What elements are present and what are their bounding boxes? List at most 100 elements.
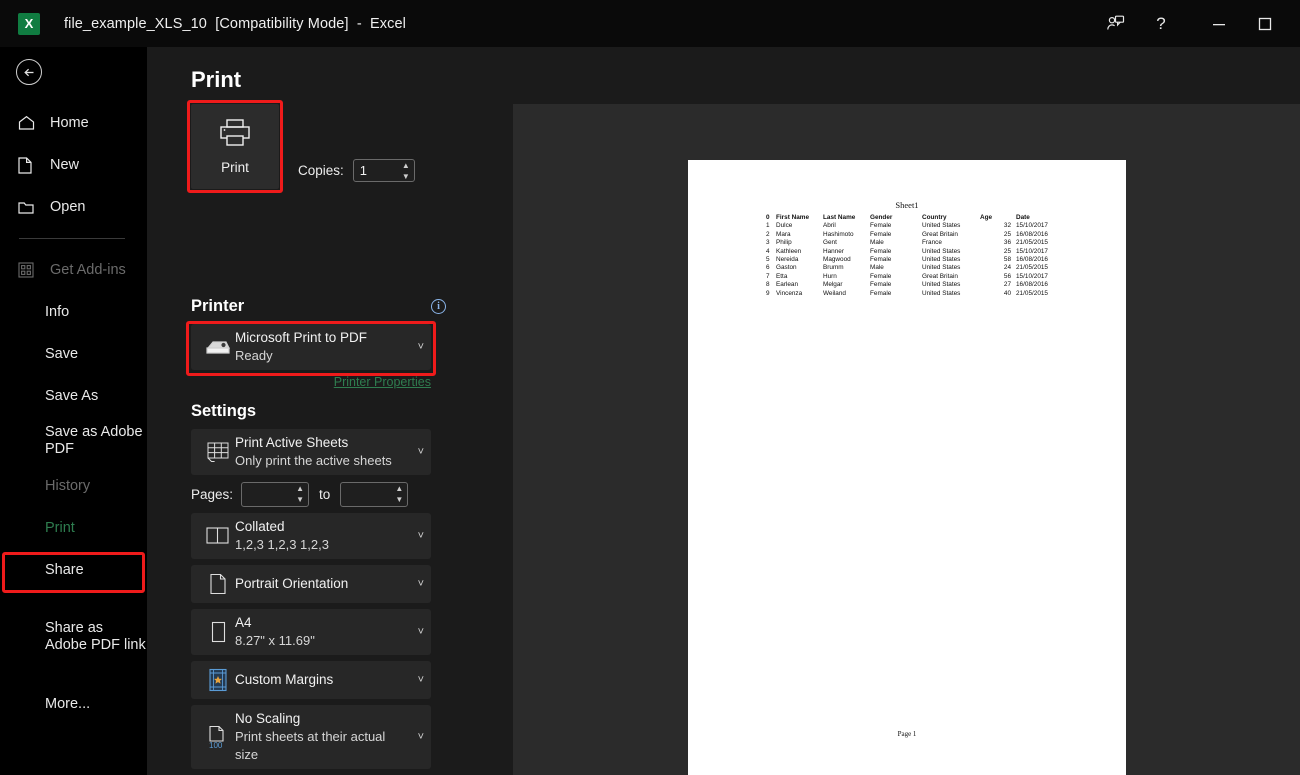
table-row: 8 Earlean Melgar Female United States 27 16/08… [766,281,1060,289]
sidebar-item-save[interactable]: Save [0,333,147,375]
table-header-row: 0 First Name Last Name Gender Country Age Date [766,214,1060,222]
table-cell: United States [922,289,961,297]
sidebar-item-info[interactable]: Info [0,291,147,333]
print-preview-pane: Sheet1 0 First Name Last Name Gender Country… [513,104,1300,775]
table-cell: Hanner [823,247,844,255]
preview-page[interactable]: Sheet1 0 First Name Last Name Gender Country… [688,160,1126,775]
copies-stepper[interactable]: 1 ▲ ▼ [352,159,415,182]
sidebar-item-share-as-adobe-pdf-link[interactable]: Share as Adobe PDF link [0,613,147,661]
stepper-up-icon[interactable]: ▲ [296,485,304,493]
table-cell: 21/05/2015 [1016,264,1048,272]
sidebar-item-label: New [50,157,80,173]
excel-logo-icon: X [18,12,40,35]
table-cell: 3 [766,239,770,247]
printer-section: Printer i Microsoft Print to PDF Ready ˅… [186,297,451,389]
pages-to-arrows[interactable]: ▲ ▼ [395,484,403,505]
chevron-down-icon[interactable]: ˅ [418,530,424,542]
scaling-select[interactable]: 100 No Scaling Print sheets at their act… [191,705,431,769]
sidebar-item-open[interactable]: Open [0,186,147,228]
stepper-down-icon[interactable]: ▼ [296,495,304,504]
stepper-down-icon[interactable]: ▼ [402,172,410,181]
sidebar-item-label: Home [50,115,89,131]
margins-primary: Custom Margins [235,672,334,687]
table-cell: Nereida [776,255,799,263]
chevron-down-icon[interactable]: ˅ [418,578,424,590]
table-cell: Dulce [776,222,793,230]
printer-properties-link[interactable]: Printer Properties [191,375,431,389]
info-icon[interactable]: i [431,299,446,314]
print-settings-pane: Print Print Copies: 1 ▲ ▼ Printer i Micr… [147,47,1300,775]
table-cell: Hashimoto [823,230,854,238]
pages-from-arrows[interactable]: ▲ ▼ [296,484,304,505]
printer-select[interactable]: Microsoft Print to PDF Ready ˅ [191,324,431,370]
paper-size-texts: A4 8.27" x 11.69" [235,614,315,650]
pages-from-stepper[interactable]: ▲ ▼ [241,482,310,507]
sidebar-item-new[interactable]: New [0,144,147,186]
table-cell: Philip [776,239,792,247]
sidebar-item-save-as[interactable]: Save As [0,375,147,417]
new-document-icon [18,155,40,175]
table-cell: United States [922,264,961,272]
maximize-icon[interactable] [1242,0,1288,47]
help-icon[interactable]: ? [1138,0,1184,47]
sidebar-item-label: Save [45,346,79,362]
table-cell: Weiland [823,289,846,297]
table-cell: 25 [1003,247,1011,255]
scaling-secondary: Print sheets at their actual size [235,729,386,762]
print-button[interactable]: Print [191,104,279,189]
table-cell: 16/08/2016 [1016,255,1048,263]
chevron-down-icon[interactable]: ˅ [418,626,424,638]
collation-texts: Collated 1,2,3 1,2,3 1,2,3 [235,518,329,554]
backstage-nav: Home New Open Get Add-ins Info Save Save… [0,102,147,725]
sidebar-item-home[interactable]: Home [0,102,147,144]
table-cell: 5 [766,255,770,263]
margins-select[interactable]: Custom Margins ˅ [191,661,431,699]
orientation-select[interactable]: Portrait Orientation ˅ [191,565,431,603]
table-cell: 21/05/2015 [1016,239,1048,247]
table-cell: United States [922,222,961,230]
scaling-primary: No Scaling [235,711,301,726]
paper-size-secondary: 8.27" x 11.69" [235,633,315,648]
table-cell: 21/05/2015 [1016,289,1048,297]
chevron-down-icon[interactable]: ˅ [418,341,424,353]
table-cell: 7 [766,272,770,280]
table-row: 2 Mara Hashimoto Female Great Britain 25 16/08… [766,231,1060,239]
paper-size-select[interactable]: A4 8.27" x 11.69" ˅ [191,609,431,655]
table-cell: 16/08/2016 [1016,230,1048,238]
sidebar-item-share[interactable]: Share [0,549,147,591]
sidebar-item-label: Share [45,562,84,578]
collation-select[interactable]: Collated 1,2,3 1,2,3 1,2,3 ˅ [191,513,431,559]
sidebar-item-more[interactable]: More... [0,683,147,725]
preview-data-table: 0 First Name Last Name Gender Country Age Date… [766,214,1060,298]
person-share-icon[interactable] [1092,0,1138,47]
table-cell: Great Britain [922,230,958,238]
stepper-up-icon[interactable]: ▲ [402,162,410,170]
minimize-icon[interactable] [1196,0,1242,47]
chevron-down-icon[interactable]: ˅ [418,446,424,458]
table-cell: 4 [766,247,770,255]
settings-heading: Settings [191,402,257,420]
title-bar: X file_example_XLS_10 [Compatibility Mod… [0,0,1300,47]
chevron-down-icon[interactable]: ˅ [418,731,424,743]
table-cell: United States [922,247,961,255]
table-cell: Brumm [823,264,844,272]
svg-text:100: 100 [209,741,223,749]
pages-to-stepper[interactable]: ▲ ▼ [340,482,409,507]
sidebar-item-save-as-adobe-pdf[interactable]: Save as Adobe PDF [0,417,147,465]
stepper-down-icon[interactable]: ▼ [395,495,403,504]
sidebar-item-get-addins[interactable]: Get Add-ins [0,249,147,291]
home-icon [18,113,40,133]
sidebar-item-history[interactable]: History [0,465,147,507]
sidebar-item-label: Info [45,304,70,320]
chevron-down-icon[interactable]: ˅ [418,674,424,686]
print-what-select[interactable]: Print Active Sheets Only print the activ… [191,429,431,475]
table-cell: Female [870,289,892,297]
sidebar-item-label: History [45,478,91,494]
table-cell: 16/08/2016 [1016,281,1048,289]
table-cell: 56 [1003,272,1011,280]
back-arrow-icon[interactable] [16,59,42,85]
copies-stepper-arrows[interactable]: ▲ ▼ [402,161,410,182]
stepper-up-icon[interactable]: ▲ [395,485,403,493]
sidebar-item-print[interactable]: Print [0,507,147,549]
